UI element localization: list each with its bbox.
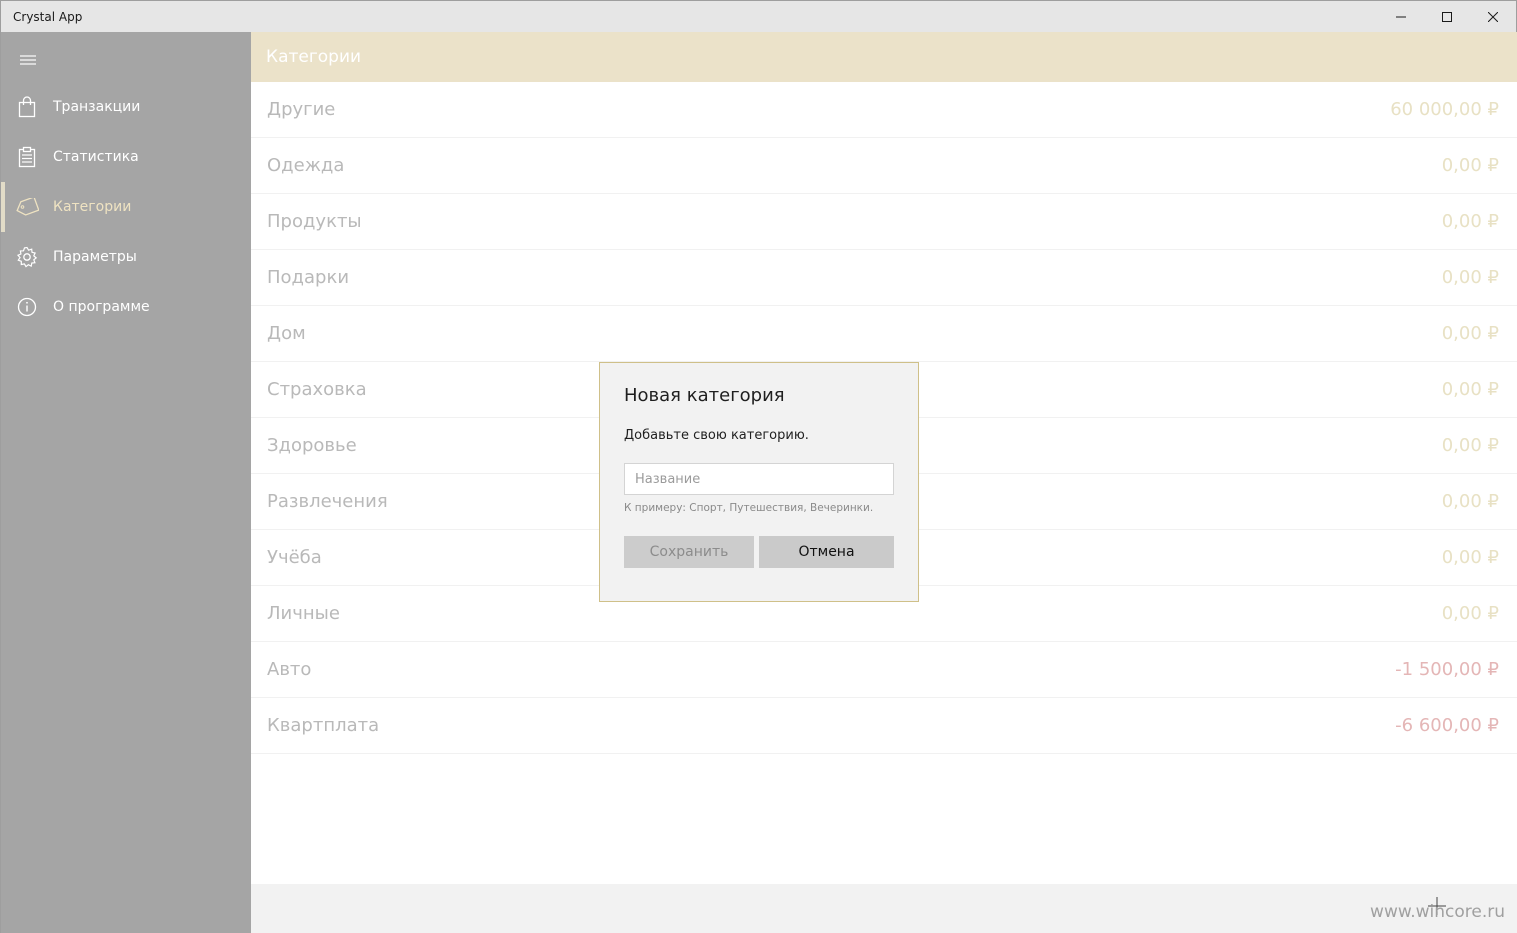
category-amount: 60 000,00 ₽ [1390,99,1499,120]
list-item[interactable]: Одежда 0,00 ₽ [251,138,1517,194]
sidebar-item-label: Категории [53,199,132,215]
minimize-button[interactable] [1378,1,1424,33]
sidebar-item-label: Параметры [53,249,137,265]
active-indicator [1,182,5,232]
maximize-icon [1442,11,1452,22]
list-item[interactable]: Авто -1 500,00 ₽ [251,642,1517,698]
category-name: Квартплата [267,715,380,736]
window-title: Crystal App [13,9,83,24]
sidebar-item-statistics[interactable]: Статистика [1,132,251,182]
clipboard-icon [1,132,53,182]
dialog-title: Новая категория [624,385,785,406]
info-icon [1,282,53,332]
list-item[interactable]: Дом 0,00 ₽ [251,306,1517,362]
close-icon [1488,11,1498,22]
page-title: Категории [266,47,362,67]
category-amount: 0,00 ₽ [1441,155,1499,176]
page-header: Категории [251,32,1517,82]
sidebar-item-label: Статистика [53,149,139,165]
category-name: Дом [267,323,306,344]
category-amount: 0,00 ₽ [1441,211,1499,232]
category-amount: -6 600,00 ₽ [1395,715,1499,736]
category-name-input[interactable] [624,463,894,495]
list-item[interactable]: Другие 60 000,00 ₽ [251,82,1517,138]
dialog-hint: К примеру: Спорт, Путешествия, Вечеринки… [624,502,874,514]
command-bar: www.wincore.ru [251,884,1517,933]
sidebar: Транзакции Статистика Категории Параметр… [0,32,251,933]
sidebar-item-transactions[interactable]: Транзакции [1,82,251,132]
save-button[interactable]: Сохранить [624,536,754,568]
category-name: Продукты [267,211,362,232]
minimize-icon [1396,16,1406,17]
sidebar-item-categories[interactable]: Категории [1,182,251,232]
category-name: Учёба [267,547,322,568]
dialog-message: Добавьте свою категорию. [624,428,809,443]
category-name: Личные [267,603,340,624]
new-category-dialog: Новая категория Добавьте свою категорию.… [599,362,919,602]
category-name: Одежда [267,155,345,176]
hamburger-menu-button[interactable] [18,52,38,68]
shopping-bag-icon [1,82,53,132]
sidebar-item-about[interactable]: О программе [1,282,251,332]
category-amount: 0,00 ₽ [1441,323,1499,344]
category-amount: 0,00 ₽ [1441,547,1499,568]
category-name: Развлечения [267,491,388,512]
sidebar-item-label: Транзакции [53,99,141,115]
sidebar-item-label: О программе [53,299,150,315]
dialog-buttons: Сохранить Отмена [624,536,894,568]
close-button[interactable] [1470,1,1516,33]
category-amount: 0,00 ₽ [1441,603,1499,624]
cancel-button[interactable]: Отмена [759,536,894,568]
category-name: Другие [267,99,336,120]
category-amount: 0,00 ₽ [1441,491,1499,512]
list-item[interactable]: Квартплата -6 600,00 ₽ [251,698,1517,754]
category-name: Здоровье [267,435,357,456]
category-name: Авто [267,659,312,680]
watermark: www.wincore.ru [1370,902,1505,922]
sidebar-item-settings[interactable]: Параметры [1,232,251,282]
title-bar: Crystal App [0,0,1517,32]
category-amount: -1 500,00 ₽ [1395,659,1499,680]
list-item[interactable]: Продукты 0,00 ₽ [251,194,1517,250]
tag-icon [1,182,53,232]
maximize-button[interactable] [1424,1,1470,33]
gear-icon [1,232,53,282]
category-name: Подарки [267,267,350,288]
category-amount: 0,00 ₽ [1441,379,1499,400]
category-amount: 0,00 ₽ [1441,267,1499,288]
category-amount: 0,00 ₽ [1441,435,1499,456]
category-name: Страховка [267,379,367,400]
list-item[interactable]: Подарки 0,00 ₽ [251,250,1517,306]
hamburger-icon [20,55,36,65]
